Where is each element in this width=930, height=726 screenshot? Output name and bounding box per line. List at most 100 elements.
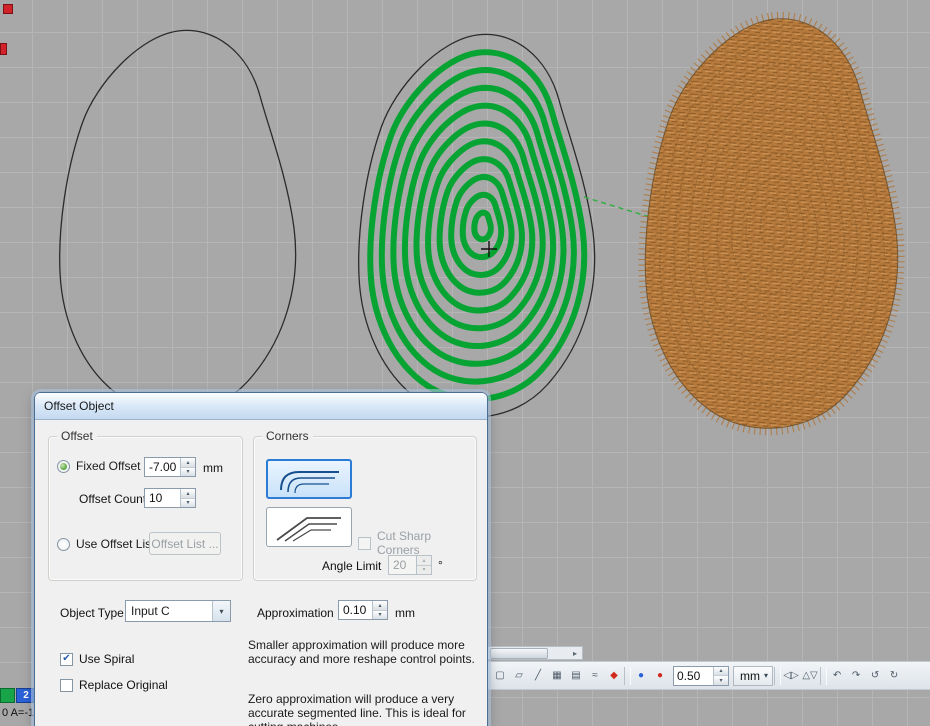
angle-limit-down-button[interactable]: ▾ <box>417 565 431 575</box>
scrollbar-thumb[interactable] <box>490 648 548 659</box>
approximation-spinner: ▴ ▾ <box>338 600 388 620</box>
show-grid-icon[interactable]: ▦ <box>548 667 566 685</box>
use-offset-list-label: Use Offset List <box>76 537 154 551</box>
mirror-horizontal-icon[interactable]: ◁▷ <box>782 667 800 685</box>
rotate-cw-45-icon[interactable]: ↷ <box>847 667 865 685</box>
entry-point-icon[interactable]: ● <box>632 667 650 685</box>
fixed-offset-radio[interactable]: Fixed Offset <box>57 459 140 473</box>
offset-list-button[interactable]: Offset List ... <box>149 532 221 555</box>
spin-up-icon: ▴ <box>186 459 189 466</box>
approximation-unit: mm <box>395 606 415 620</box>
spin-down-icon: ▾ <box>378 611 381 618</box>
corners-group: Corners ✔ C <box>253 436 477 581</box>
approximation-label: Approximation <box>257 606 334 620</box>
units-value: mm <box>740 669 760 683</box>
offset-object-dialog: Offset Object Offset Fixed Offset ▴ ▾ mm <box>35 393 487 726</box>
offset-count-input[interactable] <box>145 489 180 507</box>
fixed-offset-spinner: ▴ ▾ <box>144 457 196 477</box>
use-offset-list-radio[interactable]: Use Offset List <box>57 537 154 551</box>
dialog-title: Offset Object <box>44 399 114 413</box>
offset-count-down-button[interactable]: ▾ <box>181 498 195 508</box>
object-type-label: Object Type <box>60 606 124 620</box>
rotate-ccw-90-icon[interactable]: ↺ <box>866 667 884 685</box>
scroll-right-arrow-icon[interactable]: ▸ <box>568 649 582 658</box>
dialog-client-area: Offset Fixed Offset ▴ ▾ mm Offset Count <box>35 420 487 726</box>
units-dropdown[interactable]: mm ▾ <box>733 666 773 686</box>
fixed-offset-unit: mm <box>203 461 223 475</box>
use-spiral-label: Use Spiral <box>79 652 134 666</box>
round-corners-button[interactable] <box>266 459 352 499</box>
width-spin-up-button[interactable]: ▴ <box>714 667 728 676</box>
corners-group-label: Corners <box>262 429 313 443</box>
spin-down-icon: ▾ <box>186 499 189 506</box>
checkbox-box: ✔ <box>60 679 73 692</box>
separator <box>624 667 631 685</box>
spin-down-icon: ▾ <box>422 566 425 573</box>
replace-original-checkbox[interactable]: ✔ Replace Original <box>60 678 168 692</box>
cut-sharp-corners-label: Cut Sharp Corners <box>377 529 476 557</box>
ruler-marker-icon <box>0 43 7 55</box>
angle-limit-label: Angle Limit <box>322 559 381 573</box>
use-spiral-checkbox[interactable]: ✔ Use Spiral <box>60 652 134 666</box>
sharp-corners-button[interactable] <box>266 507 352 547</box>
checkbox-box: ✔ <box>60 653 73 666</box>
width-spin-down-button[interactable]: ▾ <box>714 675 728 685</box>
object-type-select[interactable]: Input C ▾ <box>125 600 231 622</box>
horizontal-scrollbar[interactable]: ▸ <box>487 646 583 660</box>
measure-icon[interactable]: ╱ <box>529 667 547 685</box>
angle-limit-up-button[interactable]: ▴ <box>417 556 431 565</box>
outline-width-input[interactable] <box>674 667 713 685</box>
approximation-note-zero: Zero approximation will produce a very a… <box>248 692 484 726</box>
cut-sharp-corners-checkbox[interactable]: ✔ Cut Sharp Corners <box>358 529 476 557</box>
outline-shape-object[interactable] <box>60 30 296 413</box>
select-object-icon[interactable]: ▢ <box>491 667 509 685</box>
palette-color-2-selected[interactable]: 2 <box>16 688 36 703</box>
offset-fill-object[interactable] <box>359 34 595 417</box>
rotate-ccw-45-icon[interactable]: ↶ <box>828 667 846 685</box>
approximation-up-button[interactable]: ▴ <box>373 601 387 610</box>
show-stitches-icon[interactable]: ▤ <box>567 667 585 685</box>
fixed-offset-input[interactable] <box>145 458 180 476</box>
stitch-marker-icon[interactable]: ◆ <box>605 667 623 685</box>
spin-down-icon: ▾ <box>186 468 189 475</box>
approximation-input[interactable] <box>339 601 372 619</box>
transform-toolbar: ▢▱╱▦▤≈◆ ●● ▴ ▾ mm ▾ ◁▷△▽ ↶↷↺↻ <box>487 661 930 690</box>
approximation-down-button[interactable]: ▾ <box>373 610 387 620</box>
reshape-object-icon[interactable]: ▱ <box>510 667 528 685</box>
ruler-marker-icon <box>3 4 13 14</box>
spin-up-icon: ▴ <box>422 557 425 564</box>
separator <box>774 667 781 685</box>
radio-dot-icon <box>57 460 70 473</box>
separator <box>820 667 827 685</box>
fixed-offset-label: Fixed Offset <box>76 459 140 473</box>
sharp-corners-icon <box>273 512 345 542</box>
dropdown-arrow-icon: ▾ <box>764 671 768 680</box>
checkbox-box: ✔ <box>358 537 371 550</box>
rounded-corners-icon <box>273 464 345 494</box>
mirror-vertical-icon[interactable]: △▽ <box>801 667 819 685</box>
offset-group-label: Offset <box>57 429 97 443</box>
fixed-offset-down-button[interactable]: ▾ <box>181 467 195 477</box>
exit-point-icon[interactable]: ● <box>651 667 669 685</box>
offset-count-up-button[interactable]: ▴ <box>181 489 195 498</box>
stitched-shape-object[interactable] <box>645 19 897 429</box>
angle-limit-unit: ° <box>438 558 443 572</box>
angle-limit-input[interactable] <box>389 556 416 574</box>
offset-group: Offset Fixed Offset ▴ ▾ mm Offset Count <box>48 436 243 581</box>
dialog-titlebar[interactable]: Offset Object <box>35 393 487 420</box>
check-icon: ✔ <box>62 654 70 664</box>
dropdown-arrow-icon: ▾ <box>212 601 230 621</box>
replace-original-label: Replace Original <box>79 678 168 692</box>
offset-count-spinner: ▴ ▾ <box>144 488 196 508</box>
spin-down-icon: ▾ <box>719 677 722 684</box>
show-connectors-icon[interactable]: ≈ <box>586 667 604 685</box>
spin-up-icon: ▴ <box>719 667 722 674</box>
object-type-value: Input C <box>126 604 212 618</box>
radio-dot-icon <box>57 538 70 551</box>
toolbar-icons-left: ▢▱╱▦▤≈◆ ●● <box>491 667 669 685</box>
rotate-cw-90-icon[interactable]: ↻ <box>885 667 903 685</box>
palette-color-1[interactable] <box>0 688 15 703</box>
approximation-note-smaller: Smaller approximation will produce more … <box>248 638 484 666</box>
fixed-offset-up-button[interactable]: ▴ <box>181 458 195 467</box>
angle-limit-spinner: ▴ ▾ <box>388 555 432 575</box>
